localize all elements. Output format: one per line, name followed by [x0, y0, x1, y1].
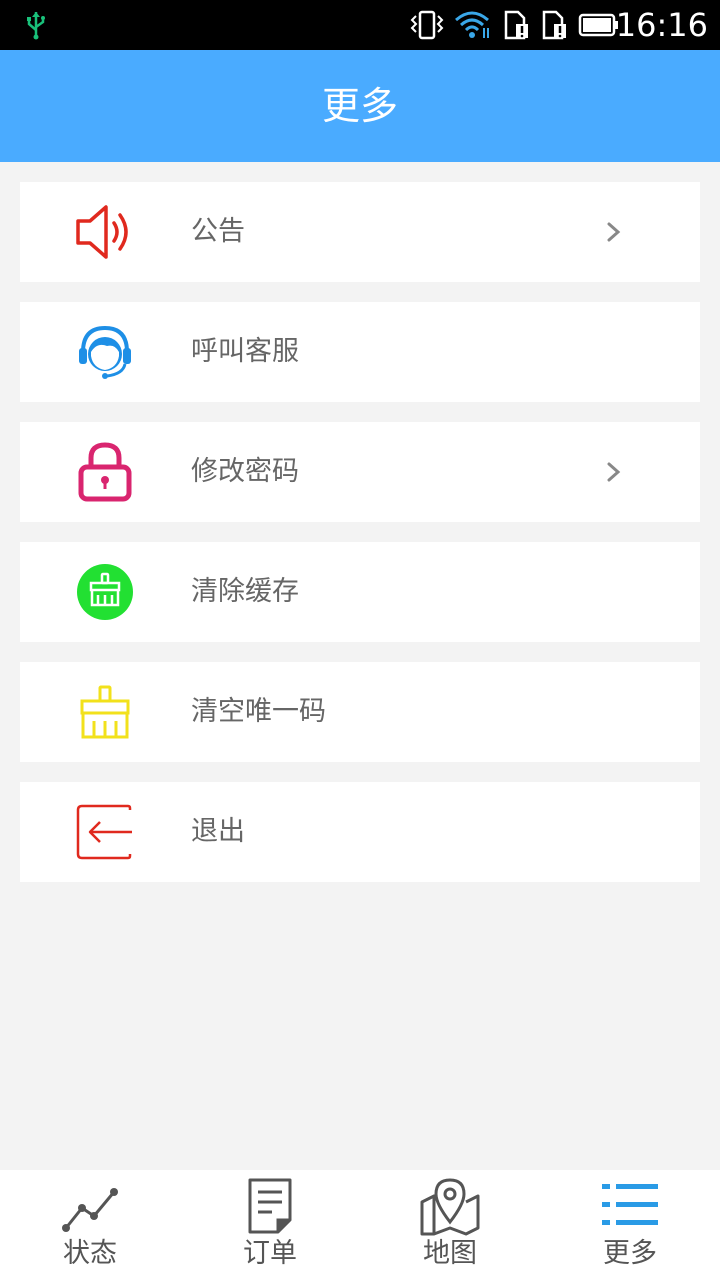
wifi-icon [455, 11, 489, 38]
broom-outline-icon [70, 682, 140, 742]
menu-item-label: 修改密码 [191, 456, 299, 487]
battery-icon [578, 13, 618, 37]
trend-chart-icon [62, 1188, 118, 1232]
tab-label: 订单 [243, 1238, 297, 1269]
vibrate-icon [410, 10, 444, 40]
menu-item-customer-service[interactable]: 呼叫客服 [20, 302, 700, 402]
chevron-right-icon [607, 222, 621, 242]
document-icon [248, 1178, 292, 1234]
status-time: 16:16 [615, 6, 708, 44]
tab-orders[interactable]: 订单 [180, 1170, 360, 1280]
app-header: 更多 [0, 50, 720, 162]
menu-item-label: 公告 [191, 216, 245, 247]
menu-item-label: 清除缓存 [191, 576, 299, 607]
tab-more[interactable]: 更多 [540, 1170, 720, 1280]
menu-item-change-password[interactable]: 修改密码 [20, 422, 700, 522]
map-pin-icon [420, 1178, 480, 1236]
list-icon [602, 1184, 658, 1225]
menu-item-clear-unique-code[interactable]: 清空唯一码 [20, 662, 700, 762]
menu-item-label: 退出 [191, 816, 245, 847]
speaker-icon [70, 202, 140, 262]
menu-item-announcement[interactable]: 公告 [20, 182, 700, 282]
chevron-right-icon [607, 462, 621, 482]
usb-icon [27, 12, 45, 40]
sim2-icon [542, 10, 566, 40]
menu-item-label: 清空唯一码 [191, 696, 326, 727]
sim1-icon [504, 10, 528, 40]
tab-map[interactable]: 地图 [360, 1170, 540, 1280]
bottom-tab-bar: 状态 订单 地图 更多 [0, 1170, 720, 1280]
tab-label: 更多 [603, 1238, 657, 1269]
lock-icon [70, 442, 140, 502]
tab-status[interactable]: 状态 [0, 1170, 180, 1280]
menu-item-clear-cache[interactable]: 清除缓存 [20, 542, 700, 642]
status-bar: 16:16 [0, 0, 720, 50]
logout-icon [70, 802, 140, 862]
status-icons [410, 10, 620, 40]
menu-item-label: 呼叫客服 [191, 336, 299, 367]
menu-item-logout[interactable]: 退出 [20, 782, 700, 882]
tab-label: 状态 [63, 1238, 117, 1269]
page-title: 更多 [321, 84, 398, 128]
customer-service-icon [70, 322, 140, 382]
menu-list: 公告 呼叫客服 修改密码 清除缓存 清空唯一码 退出 [20, 182, 700, 902]
tab-label: 地图 [423, 1238, 477, 1269]
broom-icon [70, 562, 140, 622]
